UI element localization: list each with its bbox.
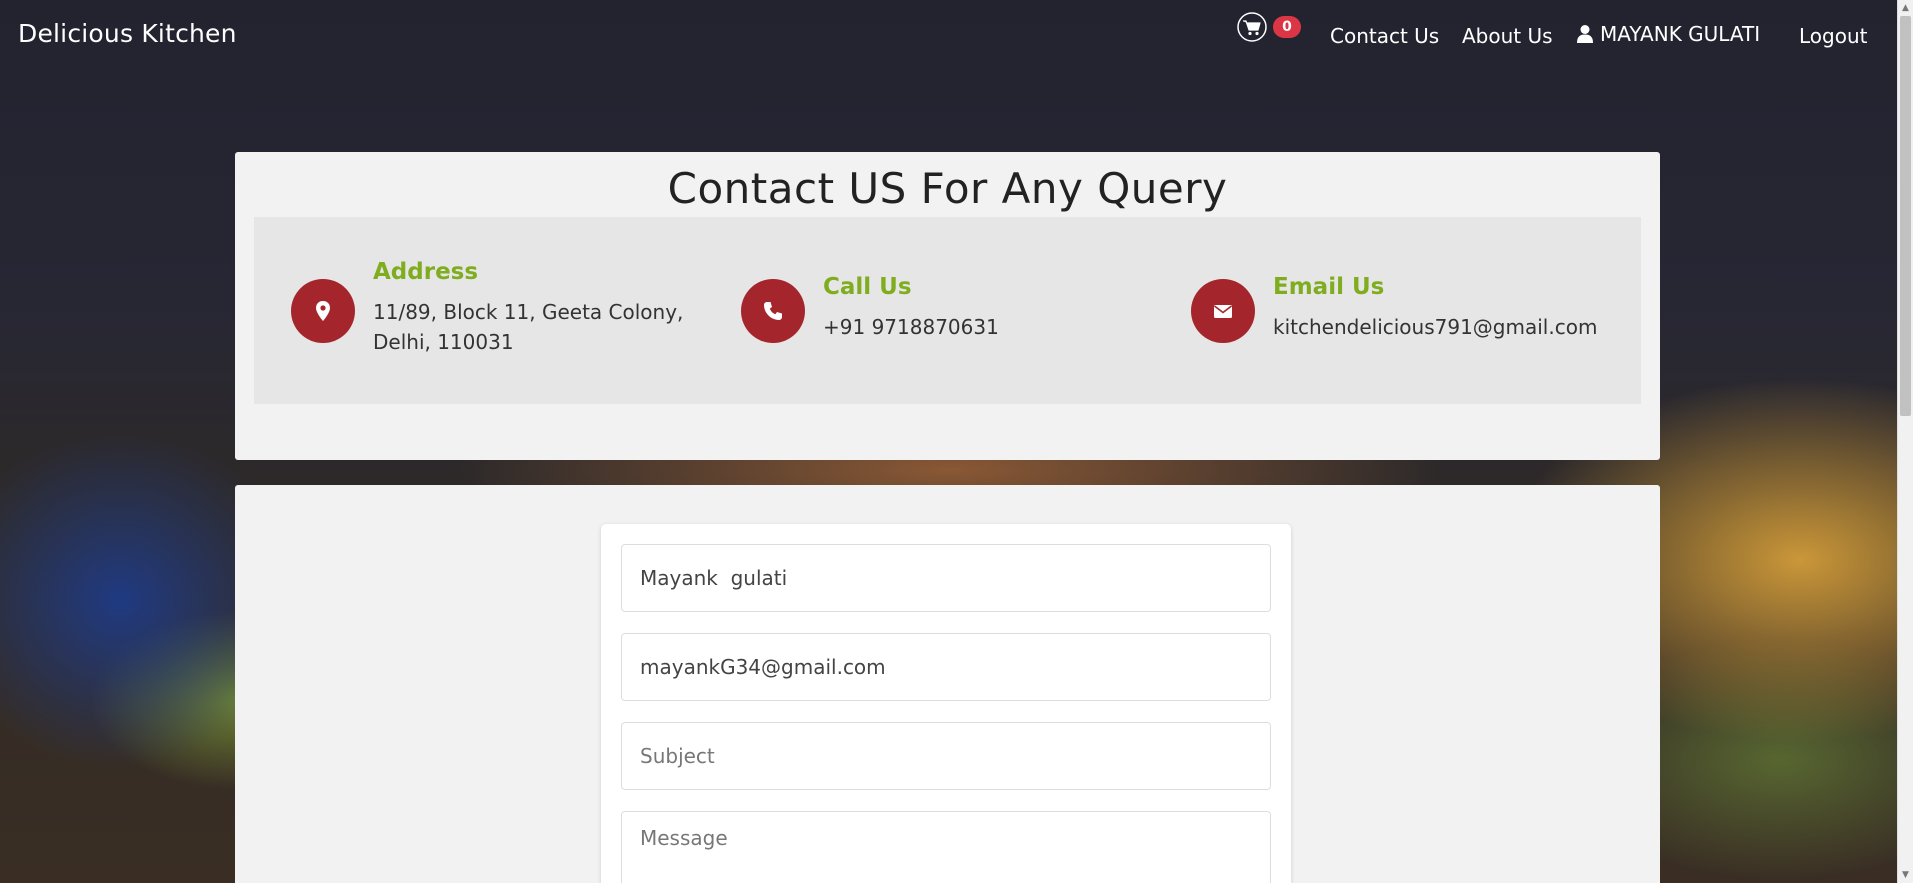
email-field[interactable] bbox=[621, 633, 1271, 701]
address-block: Address 11/89, Block 11, Geeta Colony, D… bbox=[291, 217, 691, 404]
cart-button[interactable]: 0 bbox=[1237, 12, 1301, 42]
address-icon-circle bbox=[291, 279, 355, 343]
contact-info-strip: Address 11/89, Block 11, Geeta Colony, D… bbox=[254, 217, 1641, 404]
page-title: Contact US For Any Query bbox=[667, 164, 1228, 213]
map-marker-icon bbox=[316, 301, 330, 321]
address-line-2: Delhi, 110031 bbox=[373, 330, 514, 354]
scroll-down-arrow-icon[interactable]: ▼ bbox=[1900, 869, 1911, 881]
user-icon bbox=[1577, 25, 1593, 43]
brand-logo[interactable]: Delicious Kitchen bbox=[18, 19, 237, 48]
email-address[interactable]: kitchendelicious791@gmail.com bbox=[1273, 312, 1597, 342]
envelope-icon bbox=[1214, 305, 1232, 318]
nav-about-link[interactable]: About Us bbox=[1462, 24, 1553, 48]
contact-form-card bbox=[235, 485, 1660, 883]
email-block: Email Us kitchendelicious791@gmail.com bbox=[1191, 217, 1631, 404]
nav-user-menu[interactable]: MAYANK GULATI bbox=[1576, 22, 1760, 46]
call-heading: Call Us bbox=[823, 274, 912, 300]
contact-form bbox=[601, 524, 1291, 883]
call-icon-circle bbox=[741, 279, 805, 343]
contact-info-card: Contact US For Any Query Address 11/89, … bbox=[235, 152, 1660, 460]
cart-count-badge: 0 bbox=[1273, 16, 1301, 38]
navbar: Delicious Kitchen 0 Contact Us About Us … bbox=[0, 0, 1898, 70]
message-field[interactable] bbox=[621, 811, 1271, 883]
scrollbar-thumb[interactable] bbox=[1900, 16, 1911, 416]
nav-contact-link[interactable]: Contact Us bbox=[1330, 24, 1439, 48]
shopping-cart-icon bbox=[1237, 12, 1267, 42]
email-icon-circle bbox=[1191, 279, 1255, 343]
address-heading: Address bbox=[373, 259, 479, 285]
subject-field[interactable] bbox=[621, 722, 1271, 790]
call-number[interactable]: +91 9718870631 bbox=[823, 312, 999, 342]
phone-icon bbox=[764, 302, 782, 320]
address-line-1: 11/89, Block 11, Geeta Colony, bbox=[373, 300, 684, 324]
call-block: Call Us +91 9718870631 bbox=[741, 217, 1141, 404]
name-field[interactable] bbox=[621, 544, 1271, 612]
user-name: MAYANK GULATI bbox=[1600, 22, 1761, 46]
email-heading: Email Us bbox=[1273, 274, 1385, 300]
page-scrollbar[interactable]: ▲ ▼ bbox=[1897, 0, 1913, 883]
logout-link[interactable]: Logout bbox=[1799, 24, 1867, 48]
scroll-up-arrow-icon[interactable]: ▲ bbox=[1900, 2, 1911, 14]
